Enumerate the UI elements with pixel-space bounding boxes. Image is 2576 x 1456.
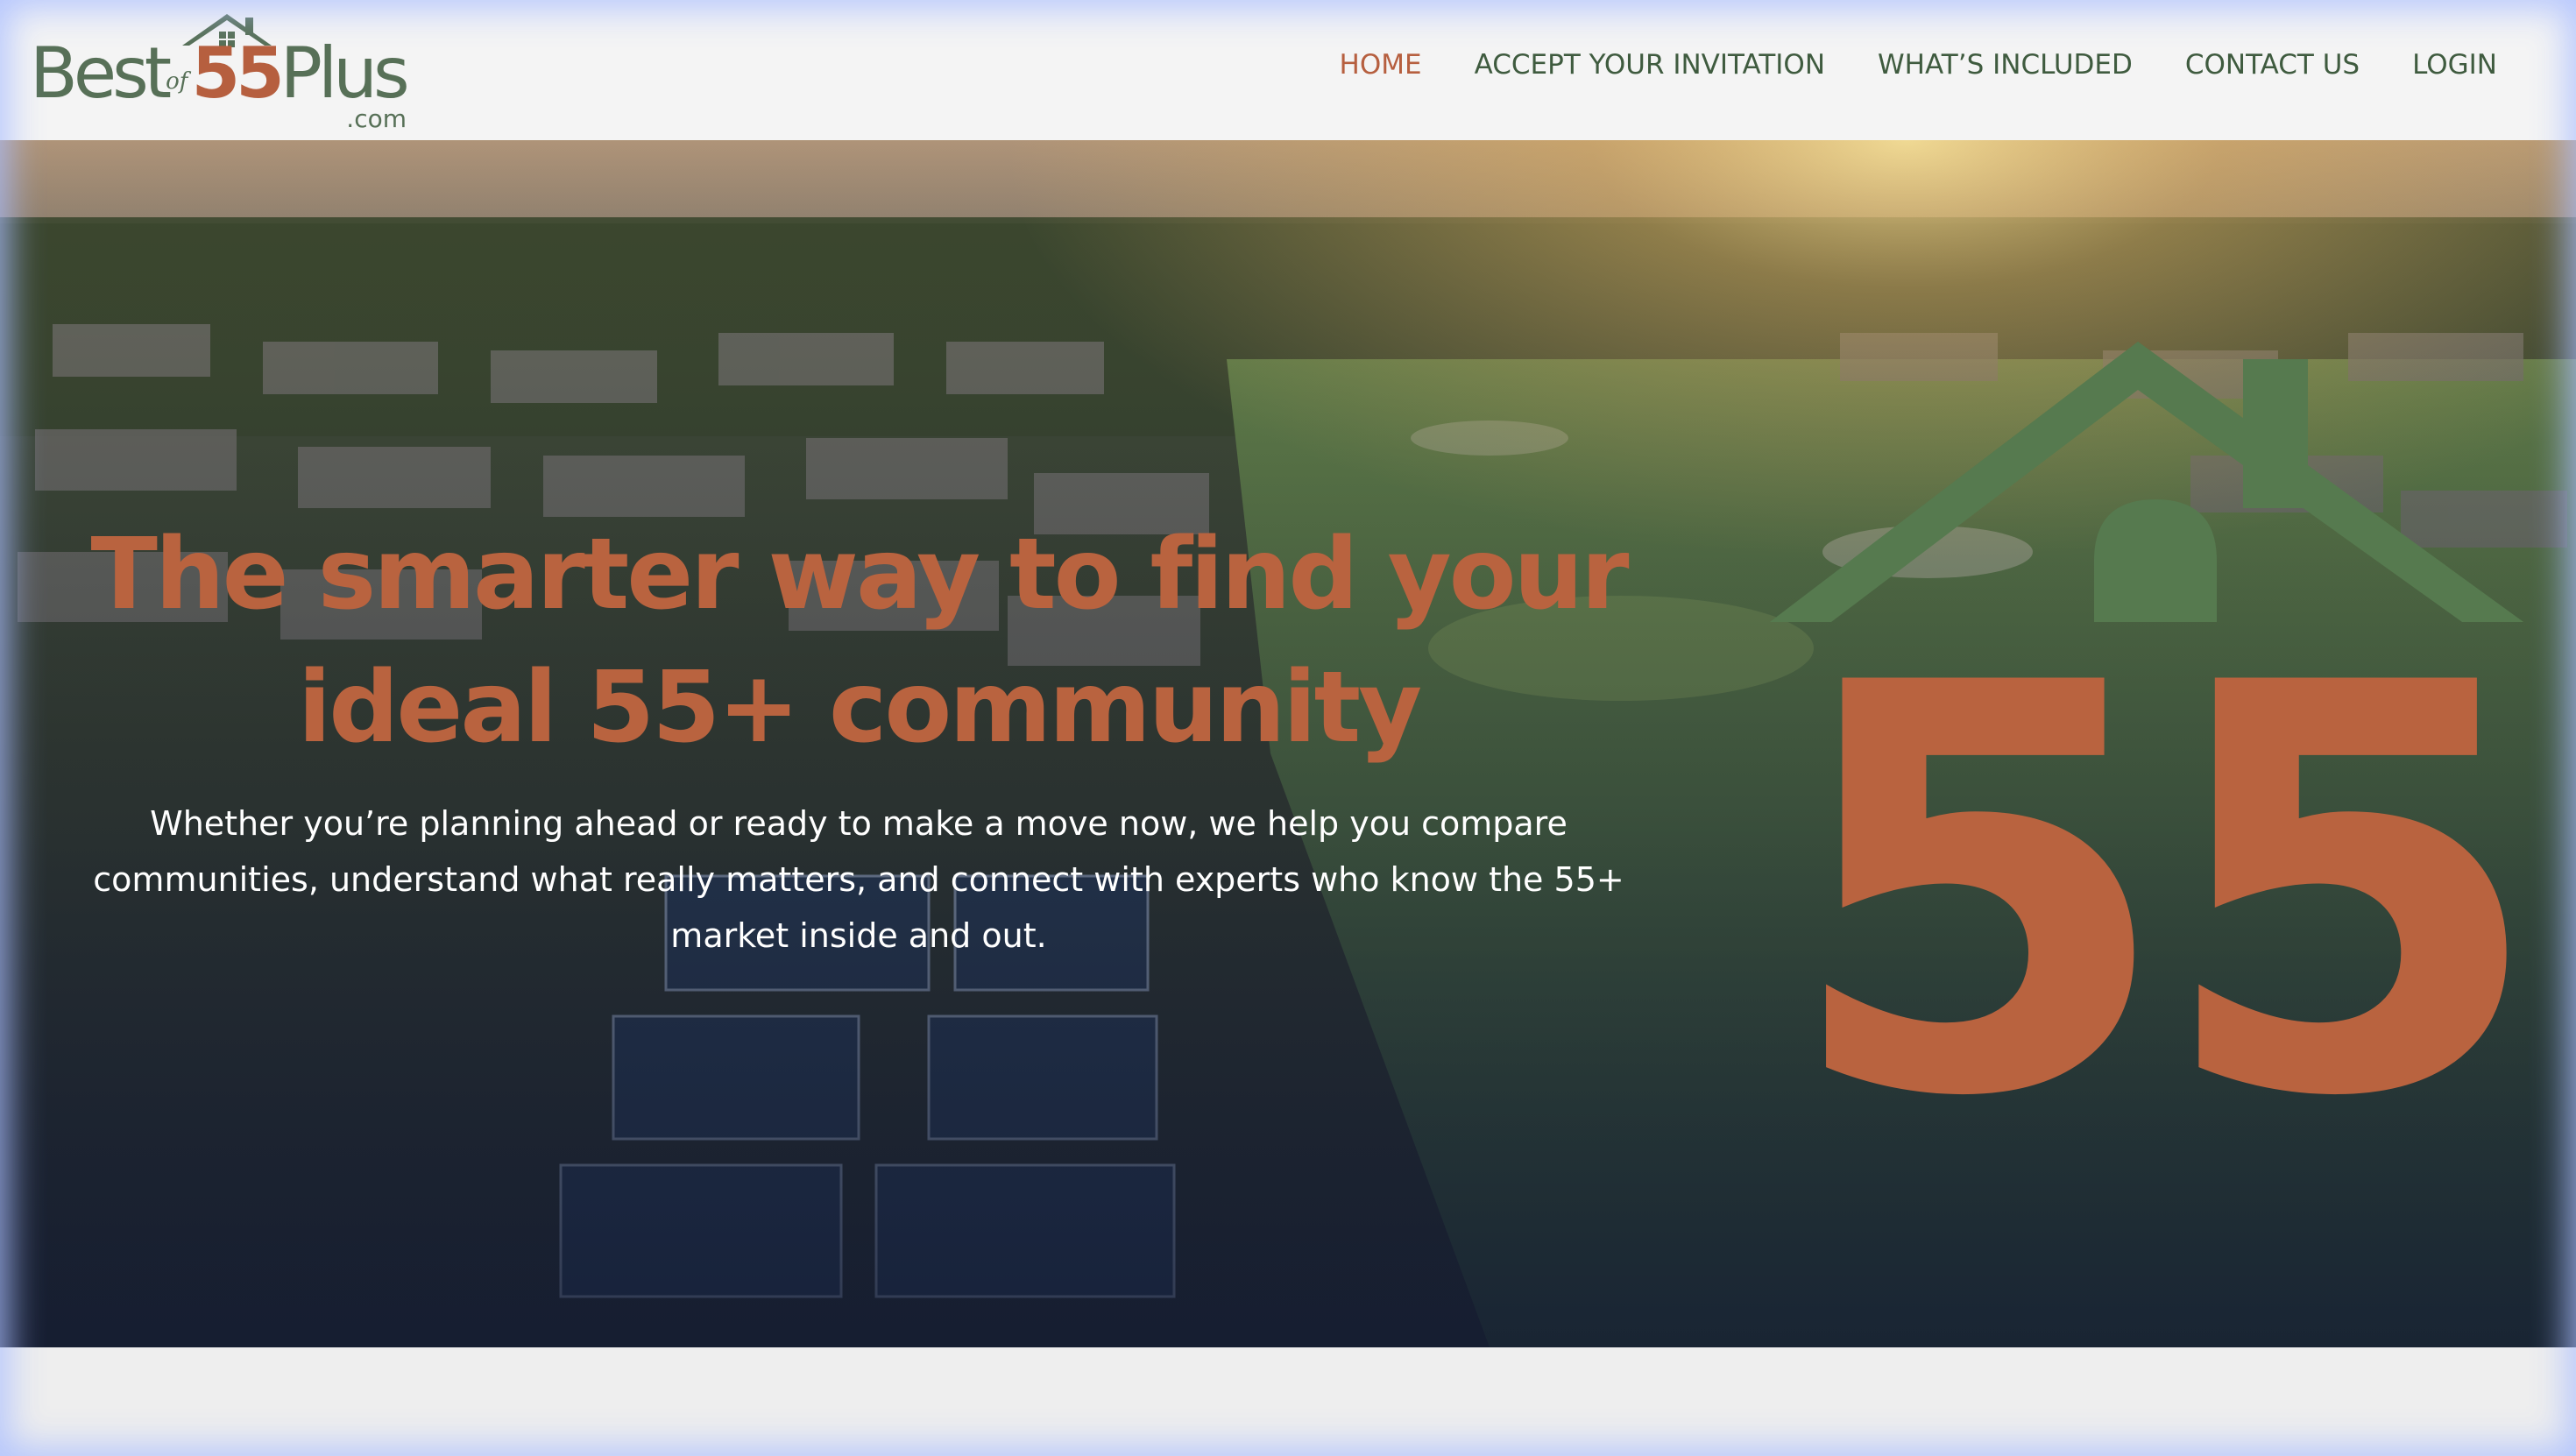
site-header: Bestof55Plus .com HOME ACCEPT YOUR INVIT… <box>0 0 2576 140</box>
hero-subtitle-line-3: market inside and out. <box>670 916 1047 955</box>
hero-content: The smarter way to find your ideal 55+ c… <box>53 508 1665 964</box>
nav-whats-included[interactable]: WHAT’S INCLUDED <box>1878 49 2133 81</box>
hero-title: The smarter way to find your ideal 55+ c… <box>53 508 1665 774</box>
logo-number: 55 <box>191 32 284 114</box>
logo-plus: Plus <box>280 32 410 114</box>
hero-55-graphic: 55 <box>1770 342 2541 1095</box>
logo-domain: .com <box>346 104 407 133</box>
logo-best: Best <box>30 32 172 114</box>
logo-wordmark: Bestof55Plus <box>30 39 410 109</box>
site-logo[interactable]: Bestof55Plus .com <box>30 9 410 133</box>
hero-section: The smarter way to find your ideal 55+ c… <box>0 140 2576 1347</box>
nav-home[interactable]: HOME <box>1340 49 1422 81</box>
hero-subtitle: Whether you’re planning ahead or ready t… <box>53 795 1665 964</box>
hero-55-number: 55 <box>1783 566 2529 1095</box>
page-footer-band <box>0 1347 2576 1456</box>
nav-login[interactable]: LOGIN <box>2412 49 2497 81</box>
hero-subtitle-line-1: Whether you’re planning ahead or ready t… <box>150 804 1568 843</box>
logo-of: of <box>166 68 188 95</box>
hero-title-line-2: ideal 55+ community <box>297 651 1422 765</box>
nav-contact-us[interactable]: CONTACT US <box>2185 49 2360 81</box>
nav-accept-invitation[interactable]: ACCEPT YOUR INVITATION <box>1475 49 1825 81</box>
hero-title-line-1: The smarter way to find your <box>90 518 1629 632</box>
hero-subtitle-line-2: communities, understand what really matt… <box>93 860 1624 899</box>
main-nav: HOME ACCEPT YOUR INVITATION WHAT’S INCLU… <box>1340 49 2497 81</box>
